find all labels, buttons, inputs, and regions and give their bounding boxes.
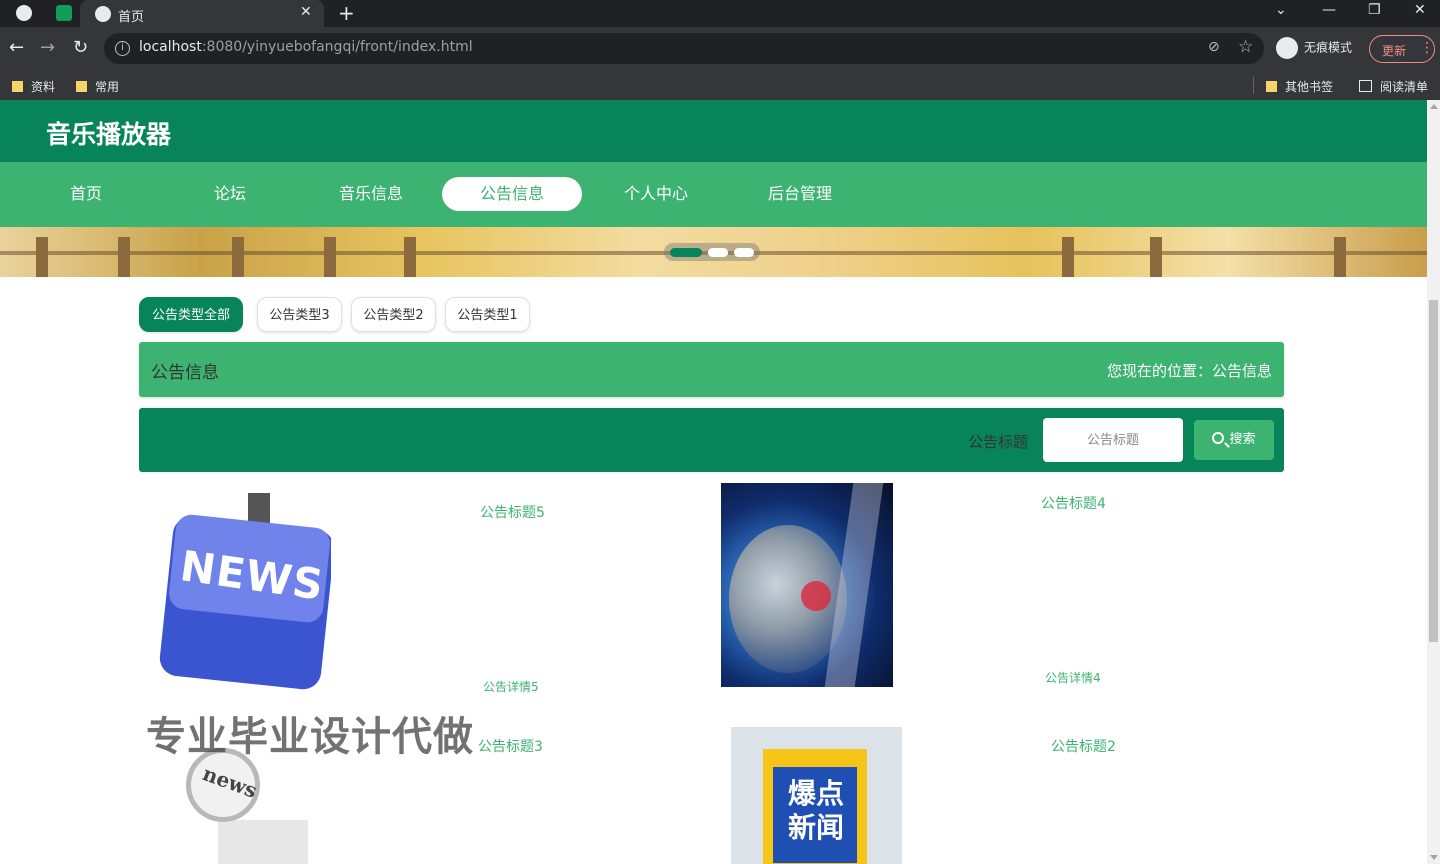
url-text[interactable]: localhost:8080/yinyuebofangqi/front/inde… [139,39,473,55]
bookmark-folder[interactable]: 资料 [12,78,55,95]
carousel-indicators [664,243,760,261]
browser-tab-strip: 首页 ✕ + ⌄ — ❐ ✕ [0,0,1440,27]
carousel-dot-1[interactable] [670,248,702,257]
carousel-dot-2[interactable] [708,248,728,257]
search-button[interactable]: 搜索 [1194,420,1274,460]
globe-icon [95,6,111,22]
globe-news-image[interactable] [721,483,893,687]
notice-detail[interactable]: 公告详情4 [1045,669,1101,686]
folder-icon [1266,81,1277,92]
nav-music-info[interactable]: 音乐信息 [301,177,441,211]
notice-title[interactable]: 公告标题3 [478,736,543,756]
scroll-down-icon[interactable] [1430,855,1438,860]
folder-icon [12,81,23,92]
update-label: 更新 [1382,44,1407,58]
folder-icon [76,81,87,92]
main-nav: 首页 论坛 音乐信息 公告信息 个人中心 后台管理 [0,162,1427,227]
new-tab-button[interactable]: + [338,1,355,25]
scroll-up-icon[interactable] [1430,104,1438,109]
banner-fence-post [1334,237,1346,277]
close-icon[interactable]: ✕ [300,4,312,20]
notice-title[interactable]: 公告标题4 [1041,493,1106,513]
tab-title: 首页 [118,10,145,25]
window-close-button[interactable]: ✕ [1414,2,1426,18]
baodian-news-image[interactable]: 爆点新闻 [731,727,902,864]
filter-all[interactable]: 公告类型全部 [139,297,243,332]
site-header: 音乐播放器 [0,100,1427,162]
tab-search-icon[interactable]: ⌄ [1275,2,1287,18]
filter-type-1[interactable]: 公告类型1 [445,297,530,332]
restore-button[interactable]: ❐ [1368,2,1381,18]
banner-fence-post [118,237,130,277]
incognito-label: 无痕模式 [1304,40,1353,55]
menu-dots-icon[interactable]: ⋮ [1420,40,1434,56]
forward-button[interactable]: → [40,37,55,58]
filter-type-3[interactable]: 公告类型3 [257,297,342,332]
other-bookmarks[interactable]: 其他书签 [1266,78,1333,95]
bookmarks-bar: 资料 常用 其他书签 阅读清单 [0,71,1440,100]
watermark-text: 专业毕业设计代做 [146,714,474,760]
nav-home[interactable]: 首页 [16,177,156,211]
nav-notice-info[interactable]: 公告信息 [442,177,582,211]
notice-title[interactable]: 公告标题5 [480,502,545,522]
search-icon [1212,432,1225,444]
search-label: 公告标题 [968,433,1029,451]
bookmark-divider [1253,77,1254,94]
reading-list-icon [1359,80,1372,92]
image-part [218,820,308,864]
banner-fence-post [36,237,48,277]
incognito-indicator[interactable]: 无痕模式 [1276,37,1352,59]
banner-fence-post [1062,237,1074,277]
carousel-dot-3[interactable] [734,248,754,257]
minimize-button[interactable]: — [1322,2,1336,18]
search-bar: 公告标题 搜索 [139,408,1284,472]
banner-fence-post [404,237,416,277]
search-button-label: 搜索 [1229,432,1256,447]
nav-admin[interactable]: 后台管理 [730,177,870,211]
other-bookmarks-label: 其他书签 [1285,80,1334,94]
nav-forum[interactable]: 论坛 [160,177,300,211]
nav-personal-center[interactable]: 个人中心 [586,177,726,211]
image-text: 爆点新闻 [787,777,844,844]
address-bar[interactable]: i localhost:8080/yinyuebofangqi/front/in… [104,33,1264,64]
page-scrollbar[interactable] [1427,100,1440,864]
section-title: 公告信息 [151,363,219,383]
page-viewport: 音乐播放器 首页 论坛 音乐信息 公告信息 个人中心 后台管理 公告类型全部 公… [0,100,1440,864]
breadcrumb: 您现在的位置：公告信息 [1106,362,1272,380]
url-path: :8080/yinyuebofangqi/front/index.html [201,39,473,55]
filter-type-2[interactable]: 公告类型2 [351,297,436,332]
section-header: 公告信息 您现在的位置：公告信息 [139,342,1284,397]
scrollbar-thumb[interactable] [1429,300,1438,642]
incognito-icon [1276,37,1298,59]
url-host: localhost [139,39,202,55]
banner-fence-post [324,237,336,277]
bookmark-label: 资料 [31,80,56,94]
update-button[interactable]: 更新 ⋮ [1369,35,1435,63]
browser-tab-active[interactable]: 首页 ✕ [80,0,324,27]
globe-icon[interactable] [16,5,32,21]
star-icon[interactable]: ☆ [1238,37,1253,57]
sheets-tab-icon[interactable] [56,5,72,21]
reading-list-label: 阅读清单 [1380,80,1429,94]
info-icon[interactable]: i [115,41,130,56]
banner-fence-post [1150,237,1162,277]
browser-toolbar: ← → ↻ i localhost:8080/yinyuebofangqi/fr… [0,27,1440,71]
notice-title[interactable]: 公告标题2 [1051,736,1116,756]
news-keyboard-image[interactable]: NEWS [158,493,331,695]
bookmark-folder[interactable]: 常用 [76,78,119,95]
search-input[interactable] [1043,418,1183,462]
reload-button[interactable]: ↻ [73,37,88,58]
notice-detail[interactable]: 公告详情5 [483,678,539,695]
banner-fence-post [232,237,244,277]
site-title: 音乐播放器 [46,120,172,149]
cursor-highlight [801,581,831,611]
back-button[interactable]: ← [9,37,24,58]
carousel-banner[interactable] [0,227,1427,277]
translate-icon[interactable]: ⊘ [1208,39,1220,55]
reading-list[interactable]: 阅读清单 [1359,78,1428,95]
bookmark-label: 常用 [95,80,120,94]
